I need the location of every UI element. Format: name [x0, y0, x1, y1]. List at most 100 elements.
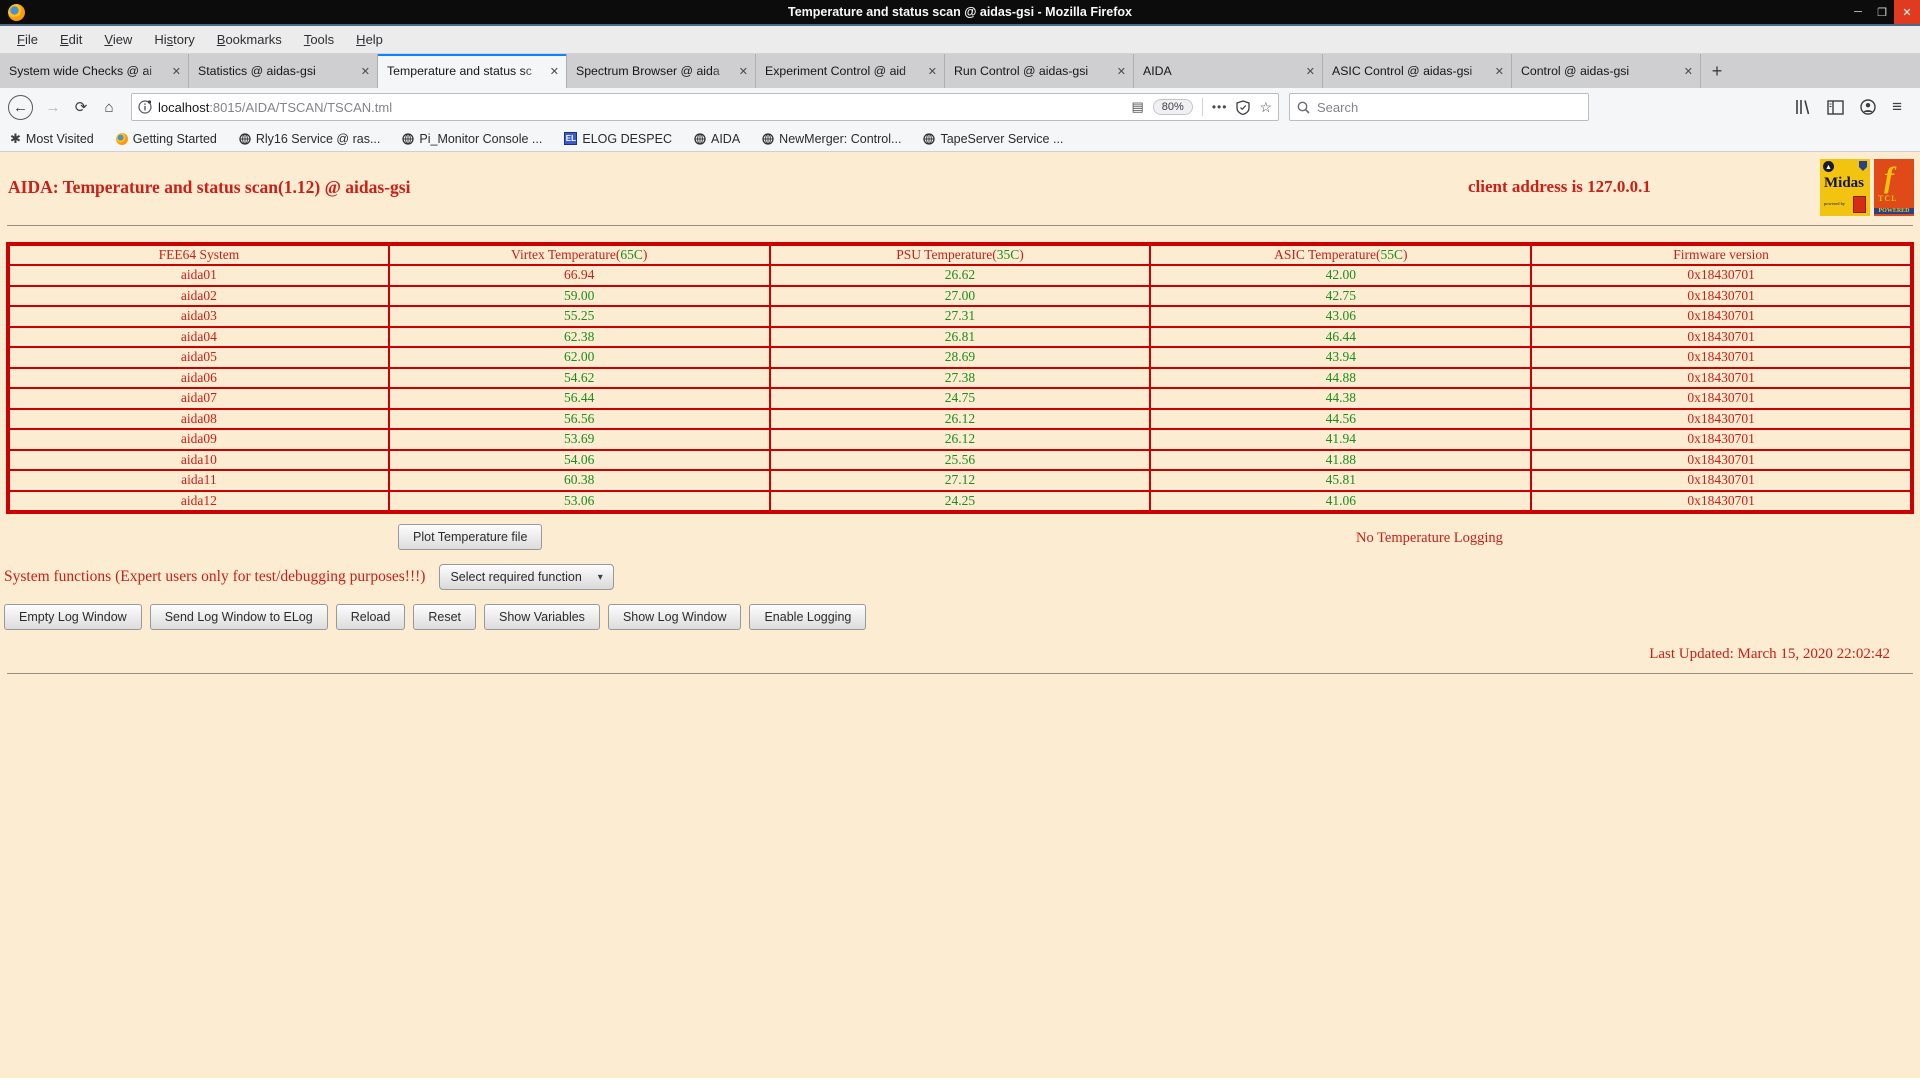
minimize-button[interactable]: ─: [1846, 0, 1870, 24]
empty-log-window-button[interactable]: Empty Log Window: [4, 604, 142, 631]
tab-temperature-and-status-sc[interactable]: Temperature and status sc ✕: [378, 54, 567, 88]
account-icon[interactable]: [1860, 99, 1876, 115]
show-log-window-button[interactable]: Show Log Window: [607, 604, 742, 631]
menu-item-view[interactable]: View: [93, 28, 143, 51]
function-select-value: Select required function: [450, 570, 582, 585]
menu-item-edit[interactable]: Edit: [49, 28, 93, 51]
plot-temperature-button[interactable]: Plot Temperature file: [398, 524, 543, 551]
column-header: Firmware version: [1530, 242, 1913, 267]
bookmark-label: Most Visited: [25, 131, 94, 146]
reload-button[interactable]: ⟳: [67, 93, 95, 121]
url-bar[interactable]: localhost:8015/AIDA/TSCAN/TSCAN.tml ▤ 80…: [131, 93, 1279, 121]
tab-close-icon[interactable]: ✕: [1684, 65, 1693, 78]
tcl-feather-icon: f: [1884, 161, 1894, 194]
tab-close-icon[interactable]: ✕: [550, 65, 559, 78]
virtex-temperature: 55.25: [387, 305, 771, 328]
asic-temperature: 43.06: [1149, 305, 1533, 328]
bookmark-star-icon[interactable]: ☆: [1259, 99, 1272, 116]
menu-item-history[interactable]: History: [143, 28, 205, 51]
reader-mode-icon[interactable]: ▤: [1132, 99, 1144, 115]
tab-close-icon[interactable]: ✕: [361, 65, 370, 78]
tab-close-icon[interactable]: ✕: [1495, 65, 1504, 78]
maximize-button[interactable]: ❐: [1870, 0, 1894, 24]
tab-label: Spectrum Browser @ aida: [576, 64, 720, 78]
virtex-temperature: 53.06: [387, 489, 771, 514]
action-buttons-row: Empty Log Window Send Log Window to ELog R…: [4, 604, 1920, 631]
asic-temperature: 43.94: [1149, 346, 1533, 369]
menu-item-bookmarks[interactable]: Bookmarks: [206, 28, 293, 51]
virtex-temperature: 56.56: [387, 407, 771, 431]
table-row-aida05: aida05 62.00 28.69 43.94 0x18430701: [7, 346, 1913, 369]
tab-system-wide-checks-ai[interactable]: System wide Checks @ ai ✕: [0, 54, 189, 88]
elog-icon: EL: [564, 132, 578, 145]
firmware-version: 0x18430701: [1530, 428, 1913, 451]
globe-icon: [239, 132, 251, 145]
shield-icon[interactable]: [1236, 99, 1251, 115]
menu-item-file[interactable]: File: [6, 28, 49, 51]
bookmark-tapeserver-service[interactable]: TapeServer Service ...: [923, 132, 1063, 146]
virtex-temperature: 60.38: [387, 469, 771, 492]
bookmark-aida[interactable]: AIDA: [694, 132, 740, 146]
tab-close-icon[interactable]: ✕: [172, 65, 181, 78]
tab-label: Experiment Control @ aid: [765, 64, 906, 78]
tab-spectrum-browser-aida[interactable]: Spectrum Browser @ aida ✕: [567, 54, 756, 88]
system-functions-label: System functions (Expert users only for …: [4, 568, 426, 586]
sidebar-toggle-icon[interactable]: [1827, 99, 1844, 115]
psu-temperature: 24.75: [768, 387, 1152, 410]
search-input[interactable]: [1317, 99, 1557, 115]
asic-temperature: 44.56: [1149, 407, 1533, 431]
globe-icon: [762, 132, 774, 145]
globe-icon: [694, 132, 706, 145]
bookmark-rly16-service-ras[interactable]: Rly16 Service @ ras...: [239, 132, 380, 146]
firmware-version: 0x18430701: [1530, 366, 1913, 390]
menu-item-tools[interactable]: Tools: [293, 28, 345, 51]
tab-close-icon[interactable]: ✕: [1306, 65, 1315, 78]
show-variables-button[interactable]: Show Variables: [484, 604, 600, 631]
home-button[interactable]: ⌂: [95, 93, 123, 121]
fee64-name: aida01: [7, 264, 390, 287]
new-tab-button[interactable]: +: [1701, 54, 1733, 88]
tab-close-icon[interactable]: ✕: [739, 65, 748, 78]
tab-statistics-aidas-gsi[interactable]: Statistics @ aidas-gsi ✕: [189, 54, 378, 88]
last-updated: Last Updated: March 15, 2020 22:02:42: [1649, 646, 1890, 663]
search-bar[interactable]: [1289, 93, 1589, 121]
bookmark-pi-monitor-console[interactable]: Pi_Monitor Console ...: [402, 132, 542, 146]
table-row-aida08: aida08 56.56 26.12 44.56 0x18430701: [7, 407, 1913, 431]
table-row-aida10: aida10 54.06 25.56 41.88 0x18430701: [7, 448, 1913, 472]
back-button[interactable]: ←: [8, 94, 33, 120]
reset-button[interactable]: Reset: [413, 604, 476, 631]
function-select[interactable]: Select required function ▾: [439, 564, 614, 591]
send-log-window-to-elog-button[interactable]: Send Log Window to ELog: [149, 604, 328, 631]
bookmark-label: TapeServer Service ...: [940, 131, 1064, 146]
column-header: ASIC Temperature(55C): [1149, 242, 1533, 267]
bookmark-label: Getting Started: [132, 131, 217, 146]
firmware-version: 0x18430701: [1530, 448, 1913, 472]
zoom-level-button[interactable]: 80%: [1152, 99, 1193, 115]
tab-experiment-control-aid[interactable]: Experiment Control @ aid ✕: [756, 54, 945, 88]
bookmark-most-visited[interactable]: ✱ Most Visited: [10, 131, 94, 147]
close-button[interactable]: ✕: [1894, 0, 1920, 24]
bookmark-getting-started[interactable]: Getting Started: [115, 131, 217, 146]
tab-run-control-aidas-gsi[interactable]: Run Control @ aidas-gsi ✕: [945, 54, 1134, 88]
tab-close-icon[interactable]: ✕: [1117, 65, 1126, 78]
tab-control-aidas-gsi[interactable]: Control @ aidas-gsi ✕: [1512, 54, 1701, 88]
firmware-version: 0x18430701: [1530, 284, 1913, 308]
virtex-temperature: 53.69: [387, 428, 771, 451]
library-icon[interactable]: [1794, 99, 1811, 115]
site-info-icon[interactable]: [138, 100, 152, 114]
url-host: localhost: [158, 99, 210, 115]
tab-aida[interactable]: AIDA ✕: [1134, 54, 1323, 88]
forward-button[interactable]: →: [39, 93, 67, 121]
reload-button[interactable]: Reload: [335, 604, 406, 631]
enable-logging-button[interactable]: Enable Logging: [749, 604, 867, 631]
bookmark-elog-despec[interactable]: EL ELOG DESPEC: [564, 132, 672, 146]
menu-item-help[interactable]: Help: [345, 28, 394, 51]
menu-hamburger-icon[interactable]: ≡: [1892, 97, 1902, 117]
page-actions-icon[interactable]: •••: [1212, 100, 1228, 114]
tab-asic-control-aidas-gsi[interactable]: ASIC Control @ aidas-gsi ✕: [1323, 54, 1512, 88]
virtex-temperature: 62.00: [387, 346, 771, 369]
psu-temperature: 26.81: [768, 325, 1152, 349]
fee64-name: aida06: [7, 366, 390, 390]
tab-close-icon[interactable]: ✕: [928, 65, 937, 78]
bookmark-newmerger-control[interactable]: NewMerger: Control...: [762, 132, 901, 146]
